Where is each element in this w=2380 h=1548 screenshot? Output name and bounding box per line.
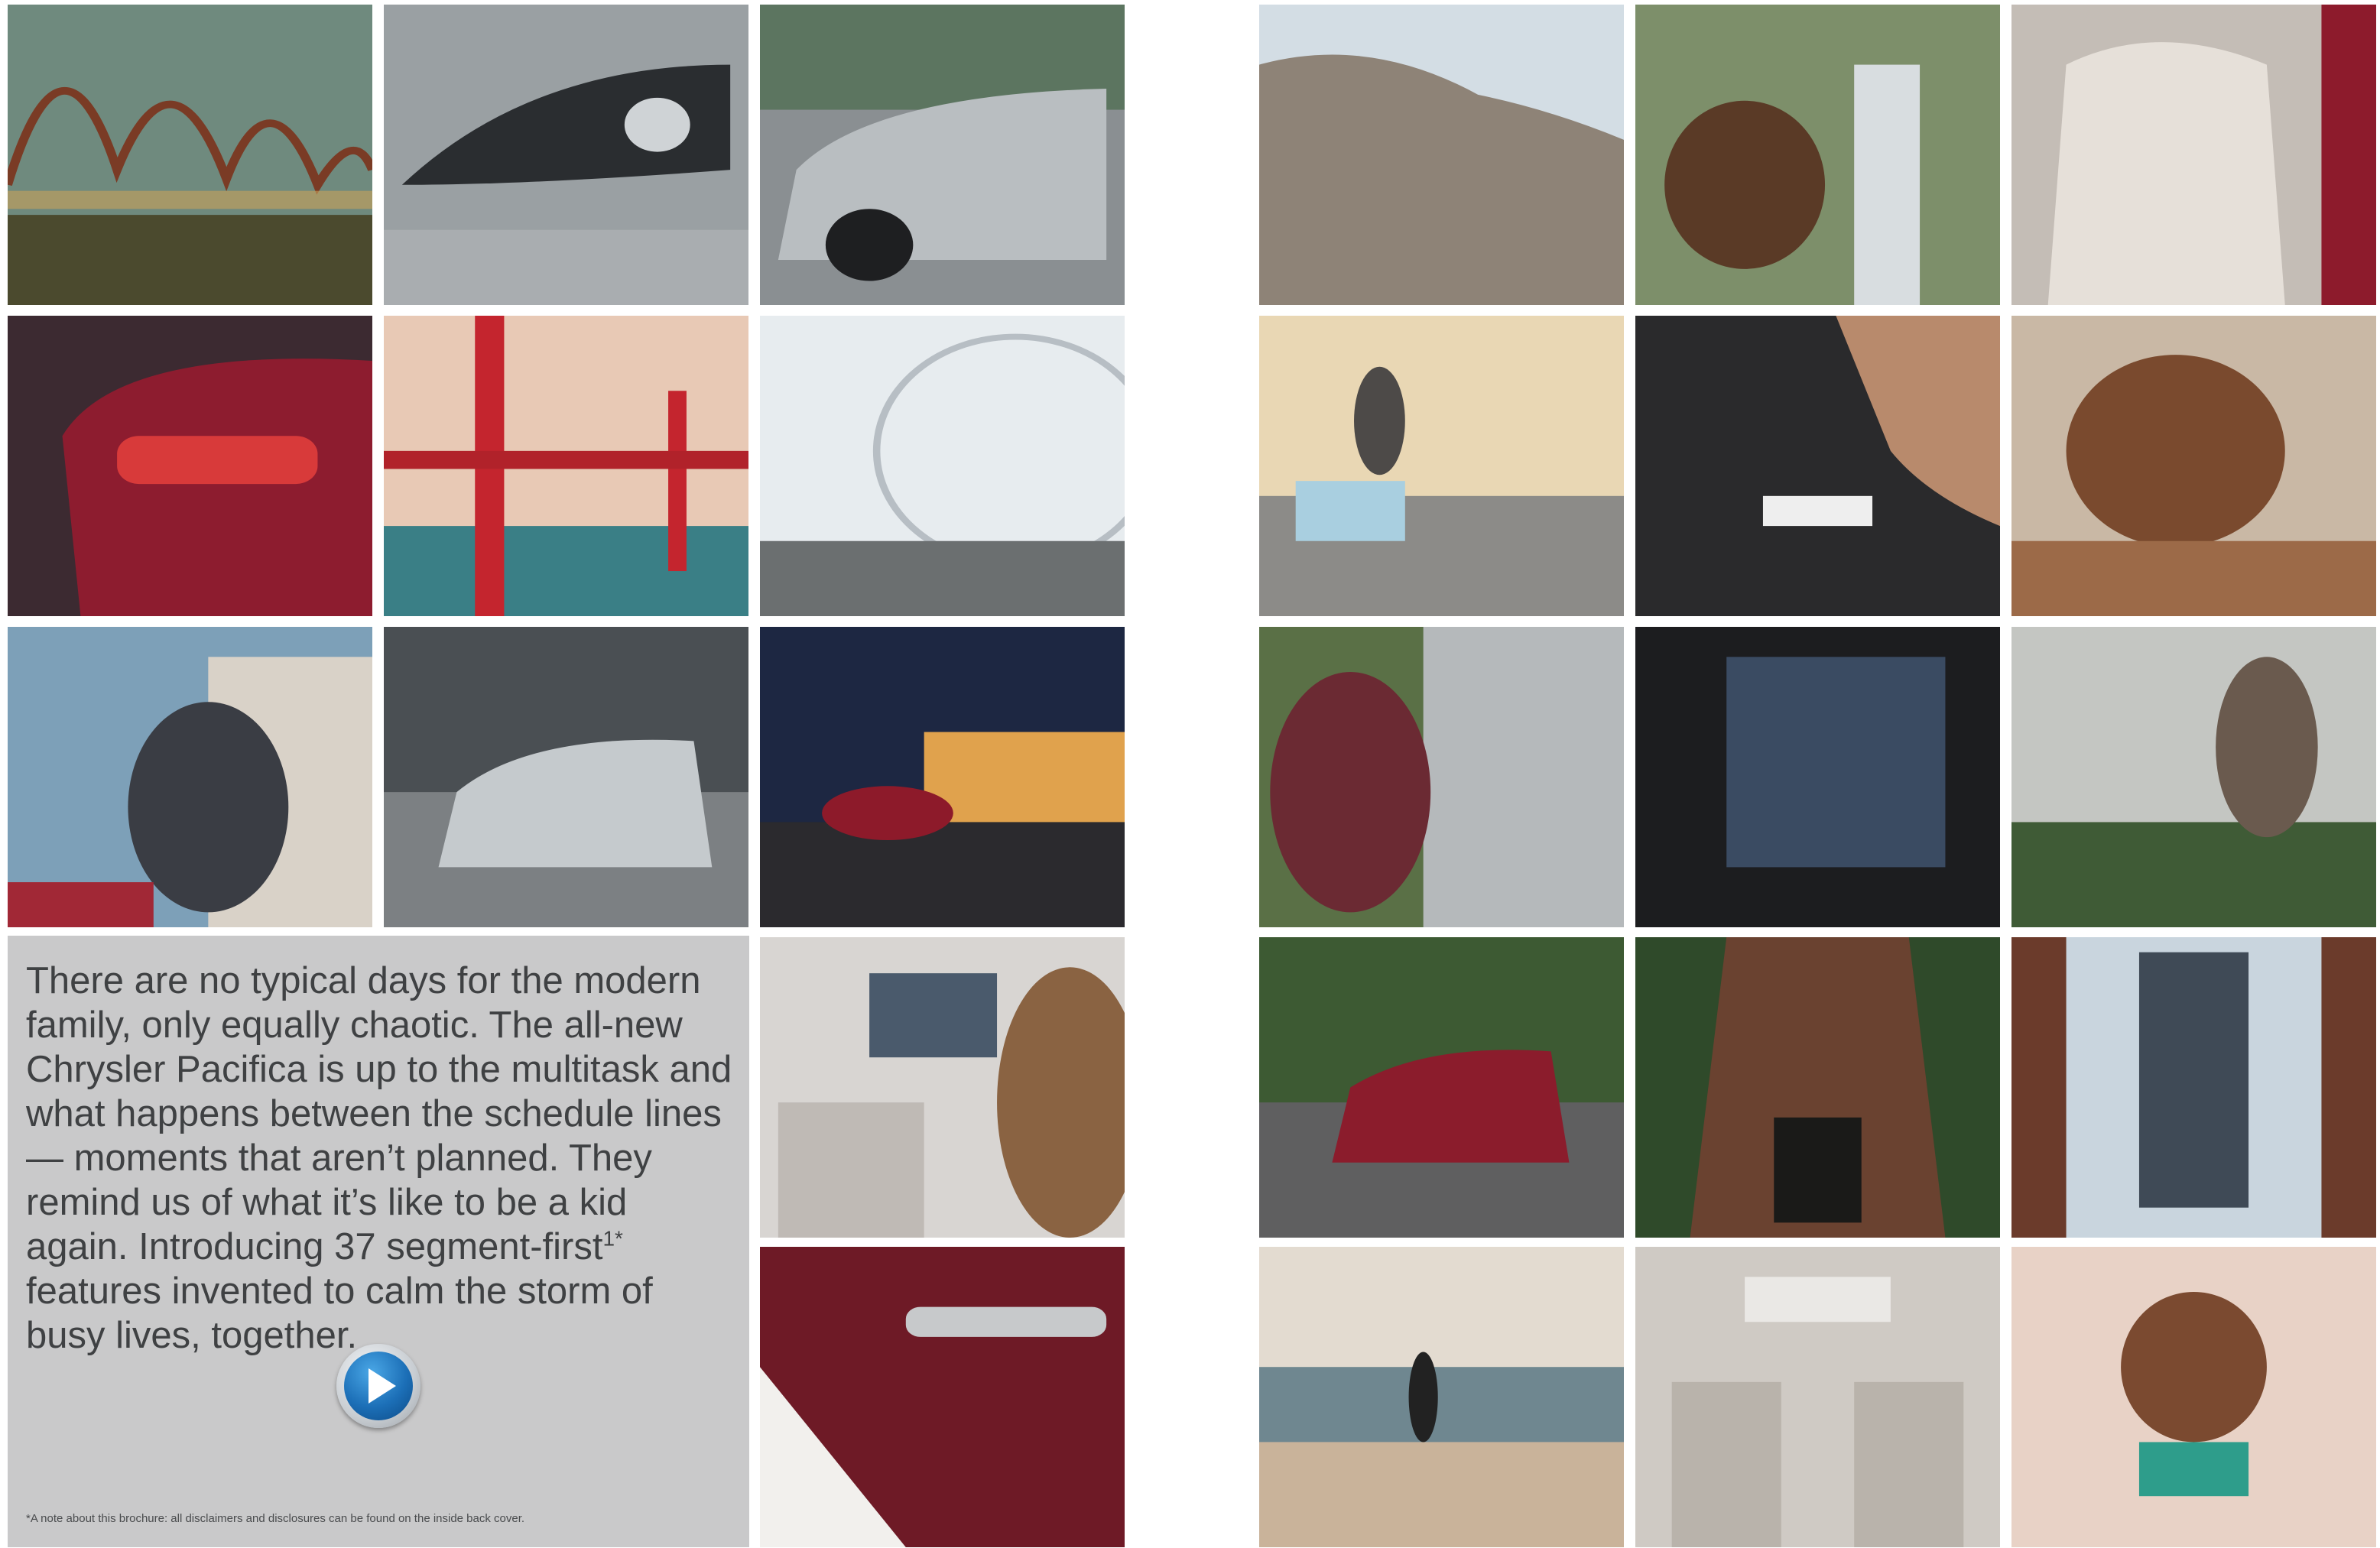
intro-paragraph: There are no typical days for the modern… bbox=[26, 959, 737, 1358]
photo-silver-minivan-street bbox=[384, 627, 748, 927]
photo-minivan-night-restaurant bbox=[760, 627, 1125, 927]
photo-girl-with-dog bbox=[1635, 5, 2000, 305]
photo-drive-through-tree bbox=[1635, 937, 2000, 1238]
play-icon bbox=[369, 1368, 396, 1404]
photo-family-hug bbox=[8, 627, 372, 927]
photo-headlight-detail bbox=[384, 5, 748, 305]
photo-mother-daughter-garden bbox=[2011, 627, 2376, 927]
photo-tail-light bbox=[8, 316, 372, 616]
photo-door-handle-touch bbox=[760, 1247, 1125, 1547]
photo-minivan-interior bbox=[1635, 1247, 2000, 1547]
intro-footnote-marker: 1* bbox=[602, 1226, 623, 1251]
photo-red-minivan-road bbox=[1259, 937, 1624, 1238]
photo-touchscreen-dashboard bbox=[1635, 627, 2000, 927]
photo-cutaway-minivan bbox=[760, 5, 1125, 305]
intro-text-end: features invented to calm the storm of b… bbox=[26, 1271, 653, 1356]
disclaimer-note: *A note about this brochure: all disclai… bbox=[26, 1512, 525, 1525]
photo-manhattan-bridge bbox=[2011, 937, 2376, 1238]
photo-mount-rushmore bbox=[1259, 5, 1624, 305]
photo-roller-coaster bbox=[8, 5, 372, 305]
photo-rear-entertainment-screen bbox=[760, 937, 1125, 1238]
photo-girls-beach bbox=[2011, 1247, 2376, 1547]
photo-seat-detail bbox=[2011, 5, 2376, 305]
intro-panel: There are no typical days for the modern… bbox=[8, 936, 749, 1547]
photo-golden-gate-bridge bbox=[384, 316, 748, 616]
photo-father-son-car-seat bbox=[1259, 627, 1624, 927]
intro-text-main: There are no typical days for the modern… bbox=[26, 960, 732, 1267]
photo-ferris-wheel bbox=[760, 316, 1125, 616]
play-video-button[interactable] bbox=[336, 1344, 420, 1428]
photo-boy-portrait bbox=[2011, 316, 2376, 616]
photo-vacuum-floor bbox=[1635, 316, 2000, 616]
photo-soapbox-race bbox=[1259, 316, 1624, 616]
photo-beach-surfers bbox=[1259, 1247, 1624, 1547]
